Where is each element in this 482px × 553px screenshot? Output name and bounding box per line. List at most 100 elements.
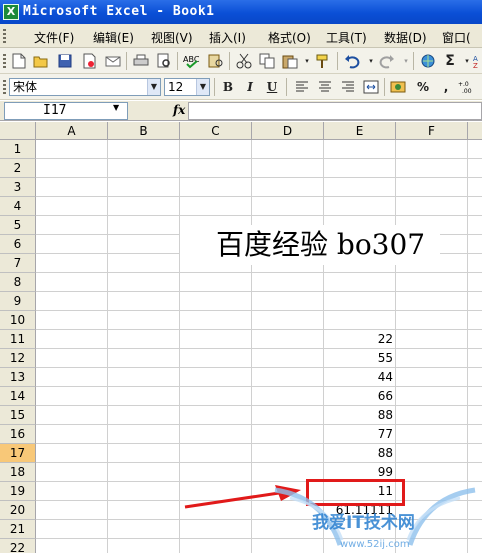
bold-button[interactable]: B [219,78,237,96]
formula-input[interactable] [188,102,482,120]
column-header-partial[interactable] [468,122,482,140]
row-header[interactable]: 16 [0,425,36,444]
paste-icon[interactable] [281,52,299,70]
new-document-icon[interactable] [10,52,28,70]
research-icon[interactable] [207,52,225,70]
toolbar-grip[interactable] [3,29,6,43]
row-header[interactable]: 13 [0,368,36,387]
formula-bar: I17 ▼ fx [0,101,482,121]
row-header[interactable]: 7 [0,254,36,273]
row-header[interactable]: 11 [0,330,36,349]
align-center-icon[interactable] [316,78,334,96]
toolbar-grip[interactable] [3,80,6,94]
save-icon[interactable] [56,52,74,70]
align-right-icon[interactable] [339,78,357,96]
print-icon[interactable] [132,52,150,70]
cell-e14[interactable]: 88 [324,406,396,425]
menu-data[interactable]: 数据(D) [384,29,427,46]
row-header-active[interactable]: 17 [0,444,36,463]
row-header[interactable]: 12 [0,349,36,368]
menu-view[interactable]: 视图(V) [151,29,193,46]
window-title: Microsoft Excel - Book1 [23,4,215,19]
excel-app-icon[interactable]: X [3,4,19,20]
undo-icon[interactable] [343,52,361,70]
currency-icon[interactable] [390,78,408,96]
row-header[interactable]: 15 [0,406,36,425]
cut-icon[interactable] [235,52,253,70]
row-header[interactable]: 20 [0,501,36,520]
format-toolbar: 宋体 ▼ 12 ▼ B I U % , +.0.00 [0,74,482,100]
font-name-select[interactable]: 宋体 ▼ [9,78,161,96]
column-header-e[interactable]: E [324,122,396,140]
sheet-heading-text[interactable]: 百度经验 bo307 [180,225,440,265]
row-header[interactable]: 18 [0,463,36,482]
increase-decimal-icon[interactable]: +.0.00 [458,78,476,96]
toolbar-separator [126,52,127,70]
row-header[interactable]: 21 [0,520,36,539]
menu-tools[interactable]: 工具(T) [326,29,367,46]
menu-file[interactable]: 文件(F) [34,29,74,46]
cell-e13[interactable]: 66 [324,387,396,406]
row-header[interactable]: 8 [0,273,36,292]
row-header[interactable]: 22 [0,539,36,553]
row-header[interactable]: 5 [0,216,36,235]
underline-button[interactable]: U [263,78,281,96]
row-header[interactable]: 6 [0,235,36,254]
title-bar: X Microsoft Excel - Book1 [0,0,482,24]
row-header[interactable]: 4 [0,197,36,216]
font-size-select[interactable]: 12 ▼ [164,78,210,96]
italic-button[interactable]: I [241,78,259,96]
menu-window[interactable]: 窗口( [442,29,471,46]
merge-center-icon[interactable] [362,78,380,96]
name-box-value: I17 [43,103,67,118]
spelling-icon[interactable]: ABC [183,52,201,70]
insert-function-icon[interactable]: fx [173,103,185,117]
row-header[interactable]: 3 [0,178,36,197]
font-name-value: 宋体 [13,80,38,94]
menu-format[interactable]: 格式(O) [268,29,311,46]
comma-button[interactable]: , [437,78,455,96]
cell-e10[interactable]: 22 [324,330,396,349]
svg-text:Z: Z [473,62,478,69]
permission-icon[interactable] [80,52,98,70]
align-left-icon[interactable] [293,78,311,96]
row-header[interactable]: 1 [0,140,36,159]
row-header[interactable]: 14 [0,387,36,406]
sort-ascending-icon[interactable]: AZ [470,52,482,70]
format-painter-icon[interactable] [315,52,333,70]
cell-e15[interactable]: 77 [324,425,396,444]
paste-dropdown-icon[interactable]: ▾ [298,52,316,70]
toolbar-grip[interactable] [3,54,6,68]
cell-e16[interactable]: 88 [324,444,396,463]
menu-insert[interactable]: 插入(I) [209,29,246,46]
column-header-c[interactable]: C [180,122,252,140]
column-header-f[interactable]: F [396,122,468,140]
row-header[interactable]: 9 [0,292,36,311]
print-preview-icon[interactable] [155,52,173,70]
name-box[interactable]: I17 [4,102,128,120]
toolbar-separator [286,78,287,96]
toolbar-separator [337,52,338,70]
percent-button[interactable]: % [414,78,432,96]
cell-e11[interactable]: 55 [324,349,396,368]
row-header[interactable]: 2 [0,159,36,178]
svg-text:+.0: +.0 [458,81,469,88]
chevron-down-icon[interactable]: ▼ [196,79,209,95]
column-header-a[interactable]: A [36,122,108,140]
chevron-down-icon[interactable]: ▼ [113,103,119,112]
cell-e12[interactable]: 44 [324,368,396,387]
row-header[interactable]: 19 [0,482,36,501]
menu-bar: 文件(F) 编辑(E) 视图(V) 插入(I) 格式(O) 工具(T) 数据(D… [0,24,482,48]
copy-icon[interactable] [258,52,276,70]
autosum-icon[interactable]: Σ [441,52,459,70]
column-header-b[interactable]: B [108,122,180,140]
open-folder-icon[interactable] [32,52,50,70]
email-icon[interactable] [104,52,122,70]
select-all-corner[interactable] [0,122,36,140]
hyperlink-icon[interactable] [419,52,437,70]
chevron-down-icon[interactable]: ▼ [147,79,160,95]
redo-icon[interactable] [378,52,396,70]
column-header-d[interactable]: D [252,122,324,140]
menu-edit[interactable]: 编辑(E) [93,29,134,46]
row-header[interactable]: 10 [0,311,36,330]
